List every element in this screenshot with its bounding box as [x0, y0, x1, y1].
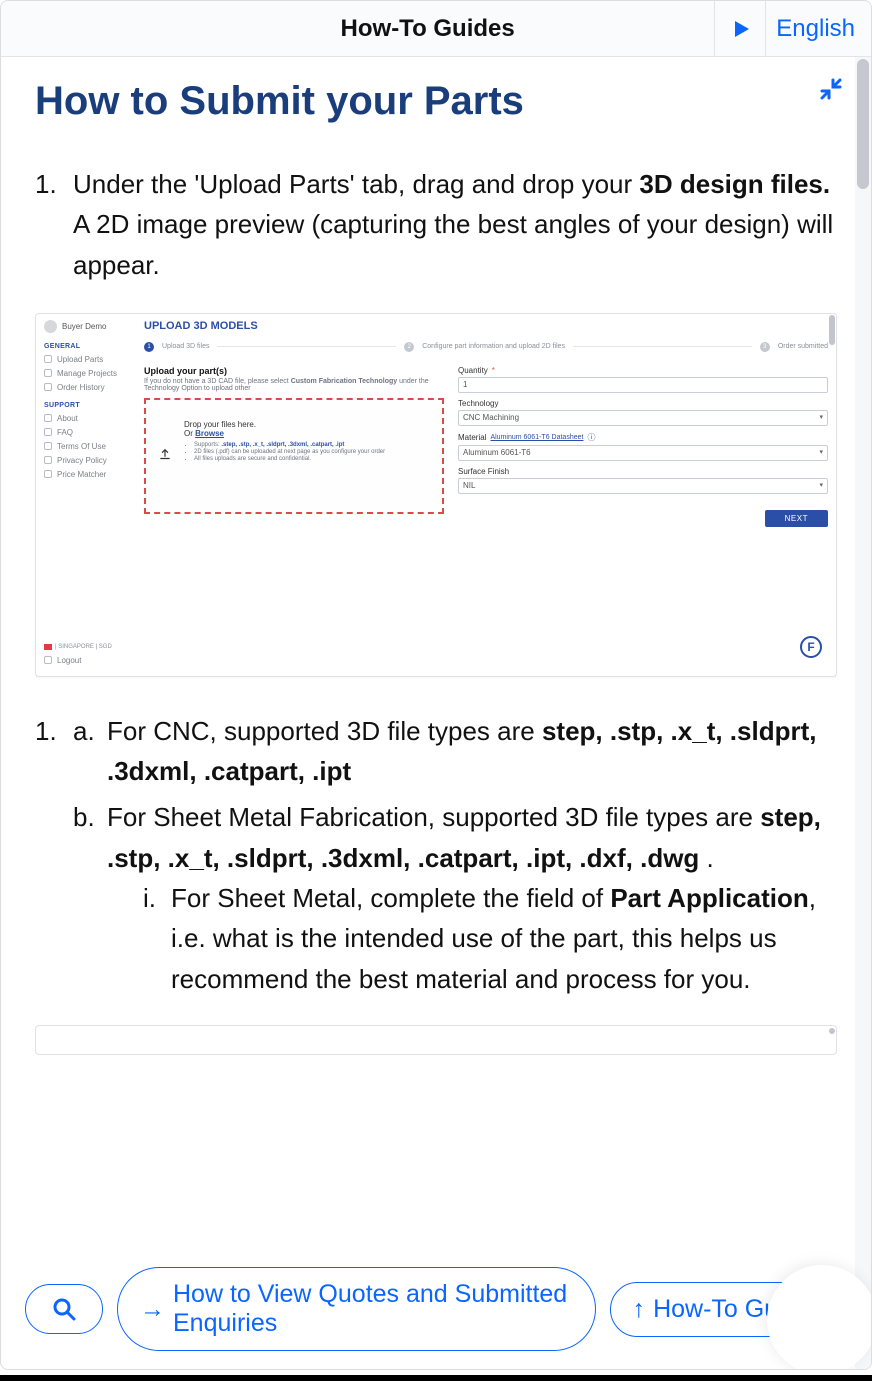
- step-1: 1. Under the 'Upload Parts' tab, drag an…: [35, 164, 837, 285]
- shot-drop-b3: All files uploads are secure and confide…: [194, 456, 432, 462]
- shot-nav-faq: FAQ: [44, 428, 136, 437]
- shot-upload-label: Upload your part(s): [144, 366, 444, 376]
- shot-nav-manage: Manage Projects: [44, 369, 136, 378]
- shot-heading: UPLOAD 3D MODELS: [144, 320, 828, 332]
- shot-section-general: GENERAL: [44, 343, 136, 350]
- play-icon[interactable]: [731, 1, 766, 56]
- bottom-edge: [0, 1375, 872, 1381]
- shot-nav-pricematcher: Price Matcher: [44, 470, 136, 479]
- shot-drop-line1: Drop your files here.: [184, 420, 432, 429]
- shot2-scrollbar: [829, 1028, 835, 1034]
- shot-drop-browse: Or Browse: [184, 429, 432, 438]
- shot-nav-privacy: Privacy Policy: [44, 456, 136, 465]
- shot-section-support: SUPPORT: [44, 402, 136, 409]
- shot-nav-about: About: [44, 414, 136, 423]
- shot-drop-b2: 2D files (.pdf) can be uploaded at next …: [194, 449, 432, 455]
- shot-next-button: NEXT: [765, 510, 828, 527]
- shot-scrollbar: [829, 315, 835, 345]
- nested-i-list: i. For Sheet Metal, complete the field o…: [107, 878, 837, 999]
- arrow-up-icon: ↑: [633, 1295, 646, 1324]
- shot-dropzone: Drop your files here. Or Browse Supports…: [144, 398, 444, 514]
- shot-mat-link: Aluminum 6061-T6 Datasheet: [490, 434, 583, 441]
- embedded-screenshot: Buyer Demo GENERAL Upload Parts Manage P…: [35, 313, 837, 677]
- arrow-right-icon: →: [140, 1295, 165, 1324]
- shot-drop-supports: Supports: .step, .stp, .x_t, .sldprt, .3…: [194, 442, 432, 448]
- topbar-title: How-To Guides: [141, 15, 714, 43]
- shot-sf-label: Surface Finish: [458, 467, 509, 476]
- nested-list: a. For CNC, supported 3D file types are …: [73, 711, 837, 999]
- nav-pills: → How to View Quotes and Submitted Enqui…: [25, 1257, 847, 1351]
- avatar: [44, 320, 57, 333]
- shot-logo: F: [800, 636, 822, 658]
- upload-icon: [158, 448, 172, 462]
- topbar: How-To Guides English: [1, 1, 871, 57]
- next-guide-label: How to View Quotes and Submitted Enquiri…: [173, 1280, 573, 1338]
- shot-mat-label: Material: [458, 433, 486, 442]
- nested-i: i. For Sheet Metal, complete the field o…: [143, 878, 837, 999]
- shot-upload-sub: If you do not have a 3D CAD file, please…: [144, 378, 444, 392]
- search-icon: [52, 1297, 76, 1321]
- page-title: How to Submit your Parts: [35, 79, 837, 124]
- shot-sf-select: NIL: [458, 478, 828, 494]
- shot-nav-upload: Upload Parts: [44, 355, 136, 364]
- shot-main: UPLOAD 3D MODELS 1Upload 3D files 2Confi…: [144, 320, 828, 670]
- collapse-icon[interactable]: [819, 77, 843, 108]
- search-button[interactable]: [25, 1284, 103, 1334]
- nested-b: b. For Sheet Metal Fabrication, supporte…: [73, 797, 837, 998]
- sub-step-1: 1. a. For CNC, supported 3D file types a…: [35, 711, 837, 1005]
- language-selector[interactable]: English: [776, 15, 855, 43]
- nested-a: a. For CNC, supported 3D file types are …: [73, 711, 837, 792]
- topbar-right: English: [714, 1, 871, 56]
- shot-qty-input: 1: [458, 377, 828, 393]
- shot-tech-label: Technology: [458, 399, 498, 408]
- shot-sidebar: Buyer Demo GENERAL Upload Parts Manage P…: [36, 314, 144, 676]
- shot-mat-select: Aluminum 6061-T6: [458, 445, 828, 461]
- shot-nav-logout: Logout: [44, 656, 81, 665]
- floating-action-button[interactable]: [767, 1265, 872, 1370]
- next-guide-button[interactable]: → How to View Quotes and Submitted Enqui…: [117, 1267, 596, 1351]
- shot-username: Buyer Demo: [62, 322, 106, 331]
- shot-tech-select: CNC Machining: [458, 410, 828, 426]
- step-list: 1. Under the 'Upload Parts' tab, drag an…: [35, 164, 837, 285]
- content-area: How to Submit your Parts 1. Under the 'U…: [1, 57, 871, 1369]
- shot-locale: | SINGAPORE | SGD: [55, 644, 112, 650]
- sub-step-number: 1.: [35, 711, 63, 1005]
- shot-qty-label: Quantity: [458, 366, 488, 375]
- embedded-screenshot-2: [35, 1025, 837, 1055]
- sub-step-list: 1. a. For CNC, supported 3D file types a…: [35, 711, 837, 1005]
- shot-stepper: 1Upload 3D files 2Configure part informa…: [144, 342, 828, 352]
- step-1-text: Under the 'Upload Parts' tab, drag and d…: [73, 164, 837, 285]
- step-number: 1.: [35, 164, 63, 285]
- guide-window: How-To Guides English How to Submit your…: [0, 0, 872, 1370]
- shot-nav-terms: Terms Of Use: [44, 442, 136, 451]
- shot-nav-history: Order History: [44, 383, 136, 392]
